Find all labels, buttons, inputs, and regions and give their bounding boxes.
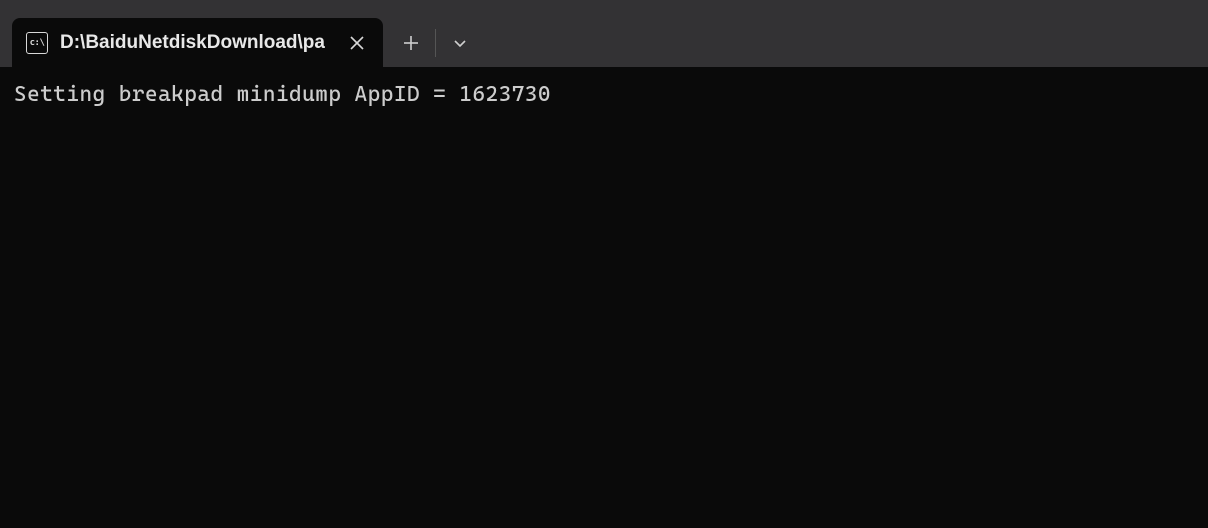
chevron-down-icon bbox=[453, 36, 467, 50]
title-bar: c:\ D:\BaiduNetdiskDownload\pa bbox=[0, 0, 1208, 67]
tab-title: D:\BaiduNetdiskDownload\pa bbox=[60, 32, 325, 54]
tab-close-button[interactable] bbox=[345, 31, 369, 55]
new-tab-button[interactable] bbox=[387, 23, 435, 63]
tab-actions bbox=[387, 18, 484, 67]
terminal-tab[interactable]: c:\ D:\BaiduNetdiskDownload\pa bbox=[12, 18, 383, 67]
plus-icon bbox=[404, 36, 418, 50]
terminal-line: Setting breakpad minidump AppID = 162373… bbox=[14, 82, 551, 107]
tab-dropdown-button[interactable] bbox=[436, 23, 484, 63]
cmd-icon: c:\ bbox=[26, 32, 48, 54]
close-icon bbox=[350, 36, 364, 50]
terminal-output[interactable]: Setting breakpad minidump AppID = 162373… bbox=[0, 67, 1208, 123]
